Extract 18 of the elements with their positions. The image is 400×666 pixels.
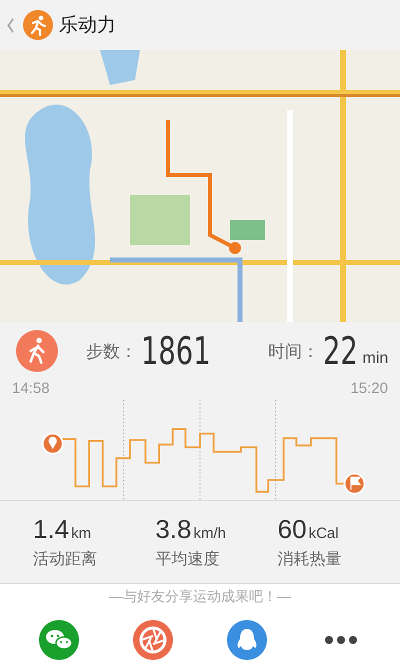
stat-unit: km (71, 525, 92, 542)
share-prompt: —与好友分享运动成果吧！— (109, 588, 291, 606)
stat-label: 平均速度 (155, 550, 220, 570)
time-value: 22 (322, 329, 358, 373)
stat-label: 活动距离 (33, 550, 98, 570)
start-time: 14:58 (12, 380, 50, 399)
stat-label: 消耗热量 (278, 550, 343, 570)
stat-value: 60 (278, 514, 307, 545)
stat-value: 3.8 (155, 514, 192, 545)
time-unit: min (362, 350, 388, 368)
app-title: 乐动力 (59, 14, 116, 38)
time-label: 时间： (268, 340, 319, 362)
end-time: 15:20 (350, 380, 388, 399)
steps-value: 1861 (141, 329, 211, 373)
stat-unit: kCal (308, 525, 339, 542)
stat-unit: km/h (193, 525, 226, 542)
stat-value: 1.4 (33, 514, 70, 545)
steps-label: 步数： (86, 340, 137, 362)
